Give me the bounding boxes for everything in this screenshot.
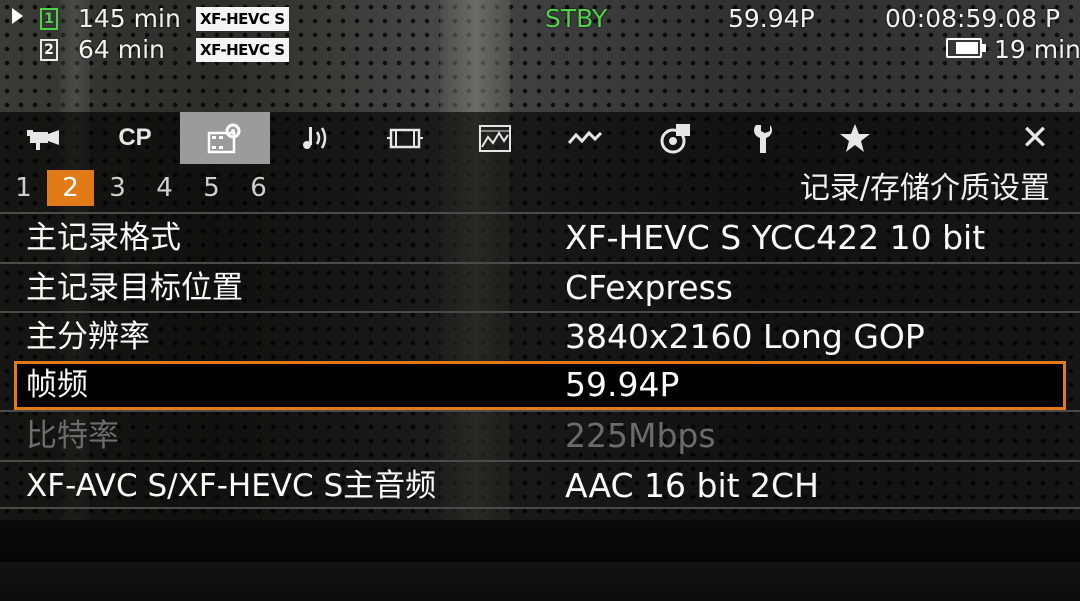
battery-remaining: 19 min bbox=[994, 35, 1080, 64]
wrench-icon bbox=[754, 125, 772, 153]
audio-icon bbox=[303, 127, 327, 149]
page-tab-6[interactable]: 6 bbox=[235, 170, 282, 206]
tab-audio[interactable] bbox=[270, 112, 360, 164]
page-title: 记录/存储介质设置 bbox=[799, 171, 1050, 206]
slot-2-remaining: 64 min bbox=[78, 35, 165, 64]
tab-assist[interactable] bbox=[450, 112, 540, 164]
tab-custom-picture[interactable]: CP bbox=[90, 112, 180, 164]
recording-setup-icon bbox=[207, 123, 241, 154]
slot-1-codec-badge: XF-HEVC S bbox=[196, 7, 289, 31]
menu-row-label: 主分辨率 bbox=[26, 319, 150, 355]
timecode: 00:08:59.08 P bbox=[885, 4, 1061, 33]
menu-row[interactable]: 主记录格式 XF-HEVC S YCC422 10 bit bbox=[0, 212, 1080, 262]
menu-row[interactable]: 主记录目标位置 CFexpress bbox=[0, 261, 1080, 312]
menu-row-label: XF-AVC S/XF-HEVC S主音频 bbox=[26, 467, 437, 504]
close-icon[interactable]: ✕ bbox=[990, 112, 1080, 164]
tab-network[interactable] bbox=[540, 112, 630, 164]
slot-1-remaining: 145 min bbox=[78, 4, 181, 33]
waveform-icon bbox=[479, 125, 511, 152]
page-selector: 123456 bbox=[0, 170, 282, 206]
menu-row[interactable]: 帧频 59.94P bbox=[14, 360, 1066, 410]
menu-panel: CP ✕ 1 2 3 4 5 6 记录/存储介质设置 主记录格式 XF-HEVC… bbox=[0, 112, 1080, 562]
custom-picture-icon bbox=[660, 124, 690, 154]
menu-row-label: 比特率 bbox=[26, 418, 119, 454]
menu-list: 主记录格式 XF-HEVC S YCC422 10 bit 主记录目标位置 CFexp… bbox=[0, 212, 1080, 509]
star-icon bbox=[840, 124, 870, 152]
page-tab-3[interactable]: 3 bbox=[94, 170, 141, 206]
menu-row-value: XF-HEVC S YCC422 10 bit bbox=[565, 218, 986, 257]
menu-row-value: 225Mbps bbox=[565, 416, 716, 455]
battery-icon bbox=[946, 38, 986, 58]
menu-row-value: 59.94P bbox=[565, 364, 680, 404]
menu-row: 比特率 225Mbps bbox=[0, 410, 1080, 460]
display-icon bbox=[387, 128, 423, 149]
menu-tabs: CP ✕ bbox=[0, 112, 1080, 164]
slot-2-codec-badge: XF-HEVC S bbox=[196, 38, 289, 62]
network-icon bbox=[567, 130, 603, 144]
menu-row-label: 主记录格式 bbox=[26, 220, 181, 256]
frame-rate-readout: 59.94P bbox=[728, 4, 815, 33]
page-tab-2[interactable]: 2 bbox=[47, 170, 94, 206]
page-tab-5[interactable]: 5 bbox=[188, 170, 235, 206]
tab-camera[interactable] bbox=[0, 112, 90, 164]
tab-system[interactable] bbox=[720, 112, 810, 164]
menu-row[interactable]: XF-AVC S/XF-HEVC S主音频 AAC 16 bit 2CH bbox=[0, 459, 1080, 509]
menu-row-value: AAC 16 bit 2CH bbox=[565, 465, 819, 505]
card-slot-1-icon: 1 bbox=[40, 8, 58, 30]
tab-custom[interactable] bbox=[630, 112, 720, 164]
tab-my-menu[interactable] bbox=[810, 112, 900, 164]
status-bar: 1 145 min XF-HEVC S 2 64 min XF-HEVC S S… bbox=[0, 0, 1080, 110]
tab-recording-setup[interactable] bbox=[180, 112, 270, 164]
menu-row[interactable]: 主分辨率 3840x2160 Long GOP bbox=[0, 311, 1080, 361]
menu-row-value: CFexpress bbox=[565, 267, 733, 307]
play-icon bbox=[12, 8, 23, 24]
page-tab-4[interactable]: 4 bbox=[141, 170, 188, 206]
menu-row-value: 3840x2160 Long GOP bbox=[565, 317, 925, 356]
card-slot-2-icon: 2 bbox=[40, 39, 58, 61]
tab-display[interactable] bbox=[360, 112, 450, 164]
cp-icon: CP bbox=[118, 124, 152, 151]
camera-icon bbox=[27, 130, 59, 150]
page-tab-1[interactable]: 1 bbox=[0, 170, 47, 206]
recording-state: STBY bbox=[545, 4, 608, 33]
menu-row-label: 帧频 bbox=[26, 366, 88, 403]
menu-row-label: 主记录目标位置 bbox=[26, 269, 243, 306]
